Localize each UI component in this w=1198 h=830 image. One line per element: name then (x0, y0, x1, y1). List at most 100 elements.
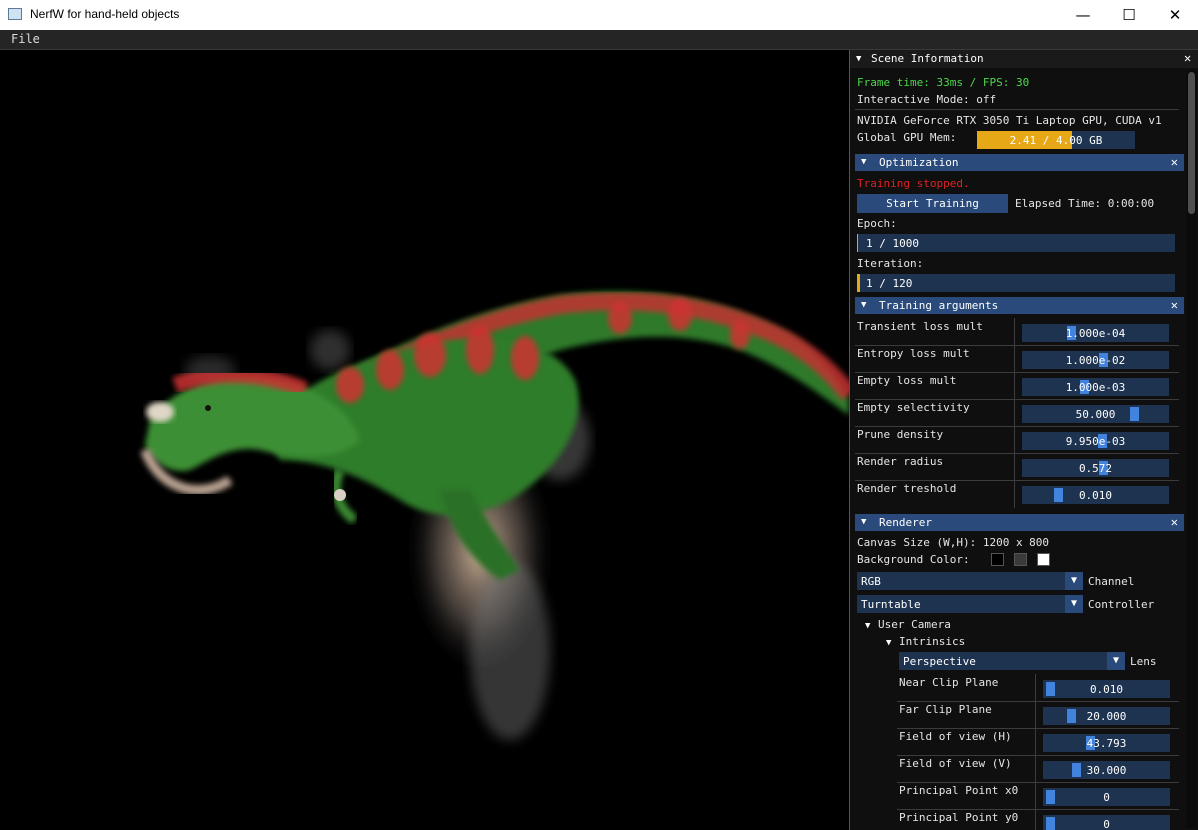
close-button[interactable]: ✕ (1152, 0, 1198, 30)
iteration-value: 1 / 120 (866, 277, 913, 290)
elapsed-time-text: Elapsed Time: 0:00:00 (1015, 197, 1155, 210)
slider-value: 0.572 (1078, 462, 1113, 475)
start-training-button[interactable]: Start Training (857, 194, 1008, 213)
principal-point-y0-slider[interactable]: 0 (1043, 815, 1170, 830)
slider-value: 0 (1103, 791, 1110, 804)
menu-bar: File (0, 30, 1198, 50)
lens-label: Lens (1130, 655, 1157, 668)
field-of-view-h-label: Field of view (H) (899, 730, 1012, 743)
rendered-dinosaur-image (140, 291, 849, 740)
separator (855, 480, 1179, 481)
controller-select[interactable]: Turntable ▼ (857, 595, 1083, 613)
collapse-triangle-icon[interactable]: ▼ (861, 157, 866, 167)
column-separator (1035, 674, 1036, 830)
close-icon[interactable]: ✕ (1171, 155, 1178, 169)
epoch-value: 1 / 1000 (866, 237, 919, 250)
gpu-name-text: NVIDIA GeForce RTX 3050 Ti Laptop GPU, C… (857, 114, 1162, 127)
epoch-label: Epoch: (857, 217, 897, 230)
renderer-header[interactable]: ▼ Renderer ✕ (855, 514, 1184, 531)
lens-value: Perspective (903, 655, 976, 668)
separator (897, 809, 1179, 810)
separator (855, 426, 1179, 427)
chevron-down-icon[interactable]: ▼ (1107, 652, 1125, 670)
window-title: NerfW for hand-held objects (30, 7, 180, 21)
scene-information-panel: ▼ Scene Information ✕ Frame time: 33ms /… (849, 50, 1198, 830)
title-bar: NerfW for hand-held objects — ☐ ✕ (0, 0, 1198, 30)
field-of-view-v-slider[interactable]: 30.000 (1043, 761, 1170, 779)
slider-value: 43.793 (1086, 737, 1127, 750)
slider-value: 30.000 (1086, 764, 1127, 777)
iteration-progress-bar: 1 / 120 (857, 274, 1175, 292)
chevron-down-icon[interactable]: ▼ (1065, 572, 1083, 590)
principal-point-x0-label: Principal Point x0 (899, 784, 1019, 797)
empty-selectivity-slider[interactable]: 50.000 (1022, 405, 1169, 423)
principal-point-x0-slider[interactable]: 0 (1043, 788, 1170, 806)
far-clip-plane-slider[interactable]: 20.000 (1043, 707, 1170, 725)
render-radius-slider[interactable]: 0.572 (1022, 459, 1169, 477)
field-of-view-v-label: Field of view (V) (899, 757, 1012, 770)
entropy-loss-mult-label: Entropy loss mult (857, 347, 970, 360)
app-icon (8, 8, 22, 20)
background-color-black-swatch[interactable] (991, 553, 1004, 566)
separator (897, 728, 1179, 729)
panel-close-icon[interactable]: ✕ (1184, 51, 1191, 65)
controller-label: Controller (1088, 598, 1155, 611)
field-of-view-h-slider[interactable]: 43.793 (1043, 734, 1170, 752)
collapse-triangle-icon[interactable]: ▼ (856, 54, 861, 64)
chevron-down-icon[interactable]: ▼ (1065, 595, 1083, 613)
close-icon[interactable]: ✕ (1171, 515, 1178, 529)
panel-scrollbar[interactable] (1186, 70, 1197, 828)
epoch-progress-bar: 1 / 1000 (857, 234, 1175, 252)
scrollbar-thumb[interactable] (1188, 72, 1195, 214)
gpu-mem-value: 2.41 / 4.00 GB (1009, 134, 1103, 147)
iteration-label: Iteration: (857, 257, 924, 270)
channel-select[interactable]: RGB ▼ (857, 572, 1083, 590)
render-radius-label: Render radius (857, 455, 944, 468)
transient-loss-mult-label: Transient loss mult (857, 320, 983, 333)
prune-density-label: Prune density (857, 428, 944, 441)
channel-value: RGB (861, 575, 881, 588)
prune-density-slider[interactable]: 9.950e-03 (1022, 432, 1169, 450)
canvas-size-text: Canvas Size (W,H): 1200 x 800 (857, 536, 1050, 549)
user-camera-tree-arrow-icon[interactable]: ▼ (865, 621, 870, 631)
slider-value: 20.000 (1086, 710, 1127, 723)
near-clip-plane-slider[interactable]: 0.010 (1043, 680, 1170, 698)
renderer-title: Renderer (879, 516, 932, 529)
optimization-header[interactable]: ▼ Optimization ✕ (855, 154, 1184, 171)
slider-value: 9.950e-03 (1065, 435, 1126, 448)
render-treshold-slider[interactable]: 0.010 (1022, 486, 1169, 504)
close-icon[interactable]: ✕ (1171, 298, 1178, 312)
entropy-loss-mult-slider[interactable]: 1.000e-02 (1022, 351, 1169, 369)
lens-select[interactable]: Perspective ▼ (899, 652, 1125, 670)
render-viewport[interactable] (0, 50, 849, 830)
slider-value: 1.000e-02 (1065, 354, 1126, 367)
iteration-progress-fill (857, 274, 860, 292)
intrinsics-node[interactable]: Intrinsics (899, 635, 965, 648)
background-color-white-swatch[interactable] (1037, 553, 1050, 566)
collapse-triangle-icon[interactable]: ▼ (861, 517, 866, 527)
separator (855, 372, 1179, 373)
slider-value: 1.000e-04 (1065, 327, 1126, 340)
empty-selectivity-label: Empty selectivity (857, 401, 970, 414)
slider-value: 0.010 (1089, 683, 1124, 696)
training-arguments-header[interactable]: ▼ Training arguments ✕ (855, 297, 1184, 314)
background-color-gray-swatch[interactable] (1014, 553, 1027, 566)
collapse-triangle-icon[interactable]: ▼ (861, 300, 866, 310)
training-status-text: Training stopped. (857, 177, 970, 190)
slider-value: 1.000e-03 (1065, 381, 1126, 394)
start-training-label: Start Training (886, 197, 979, 210)
gpu-mem-progress-bar: 2.41 / 4.00 GB (977, 131, 1135, 149)
slider-value: 0 (1103, 818, 1110, 830)
empty-loss-mult-label: Empty loss mult (857, 374, 957, 387)
transient-loss-mult-slider[interactable]: 1.000e-04 (1022, 324, 1169, 342)
background-color-label: Background Color: (857, 553, 970, 566)
menu-file[interactable]: File (11, 32, 40, 46)
minimize-button[interactable]: — (1060, 0, 1106, 30)
slider-value: 50.000 (1075, 408, 1116, 421)
panel-title-bar[interactable]: ▼ Scene Information ✕ (850, 50, 1198, 68)
intrinsics-tree-arrow-icon[interactable]: ▼ (886, 638, 891, 648)
empty-loss-mult-slider[interactable]: 1.000e-03 (1022, 378, 1169, 396)
channel-label: Channel (1088, 575, 1135, 588)
maximize-button[interactable]: ☐ (1106, 0, 1152, 30)
user-camera-node[interactable]: User Camera (878, 618, 951, 631)
